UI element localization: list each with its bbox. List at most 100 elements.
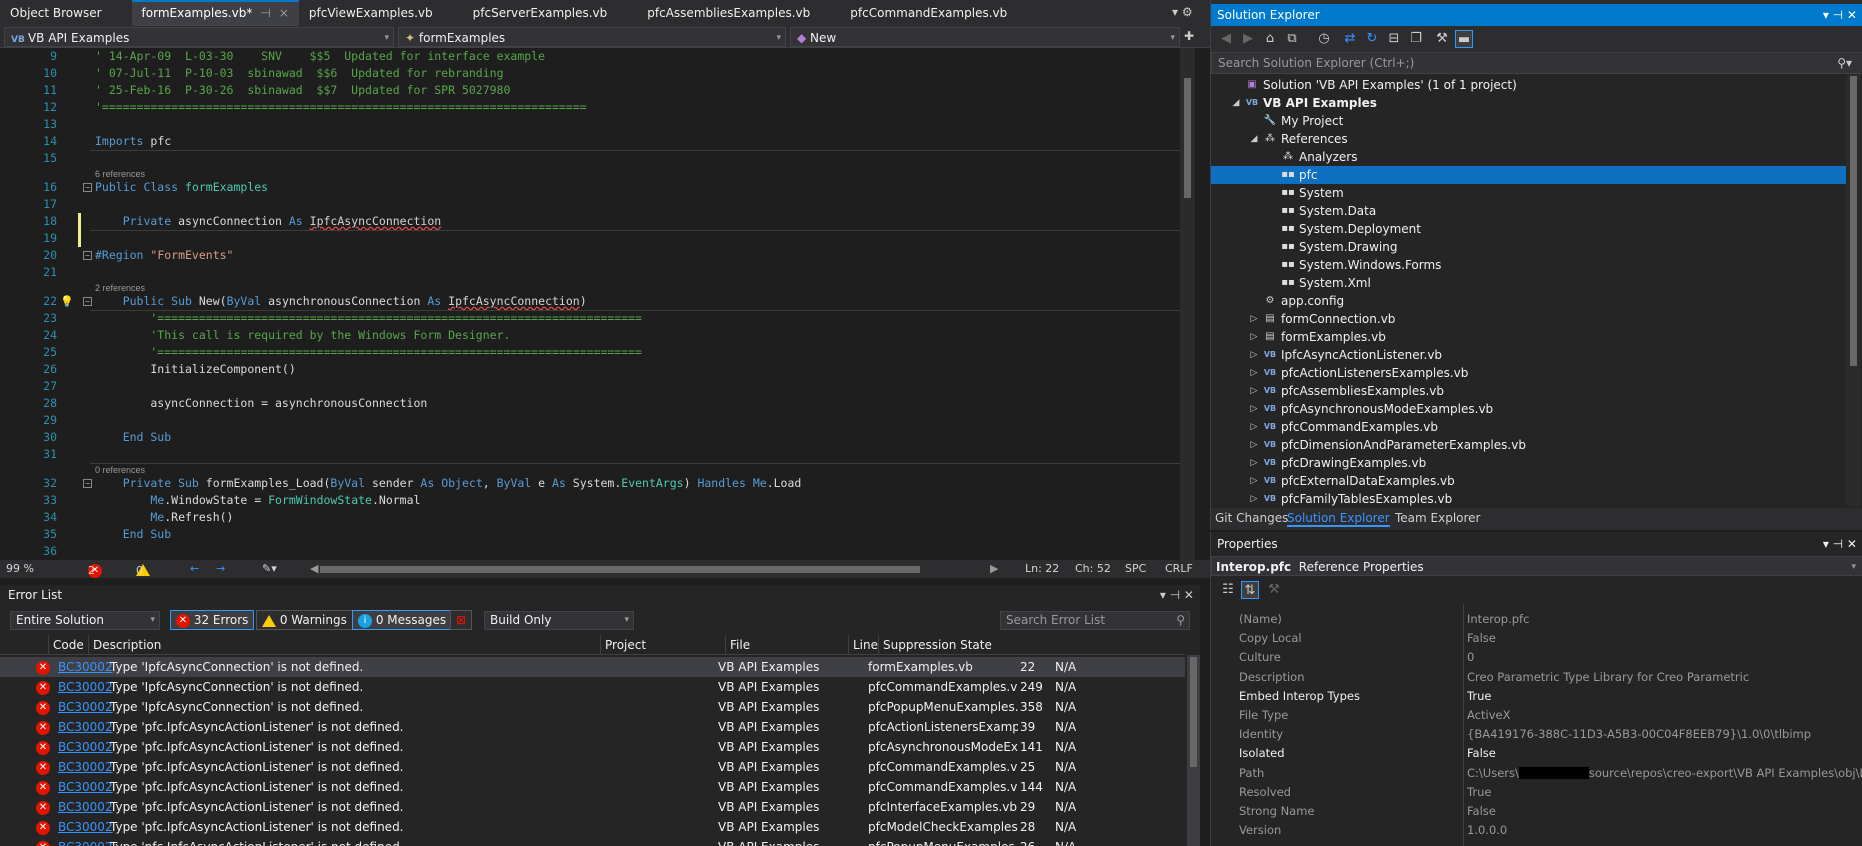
property-row[interactable]: Resolved True	[1223, 783, 1862, 802]
expanded-arrow-icon[interactable]: ◢	[1249, 130, 1259, 148]
panel-controls[interactable]: ▾ ⊣ ✕	[1160, 585, 1194, 605]
preview-selected-icon[interactable]: ▬	[1455, 30, 1473, 48]
pending-changes-filter-icon[interactable]: ◷	[1315, 30, 1333, 48]
column-header-file[interactable]: File	[725, 635, 750, 655]
tree-item-pfcfamilytablesexamples-vb[interactable]: ▷ VB pfcFamilyTablesExamples.vb	[1211, 490, 1851, 508]
error-code-link[interactable]: BC30002	[58, 817, 113, 837]
switch-views-icon[interactable]: ⧉	[1283, 30, 1301, 48]
categorized-icon[interactable]: ☷	[1219, 581, 1237, 599]
pin-icon[interactable]: ⊣	[260, 6, 270, 20]
tree-item-vb-api-examples[interactable]: ◢ VB VB API Examples	[1211, 94, 1851, 112]
collapsed-arrow-icon[interactable]: ▷	[1249, 454, 1259, 472]
errors-filter-button[interactable]: ✕ 32 Errors	[170, 610, 255, 630]
build-filter-dropdown[interactable]: Build Only ▾	[484, 611, 634, 630]
error-row[interactable]: ✕ BC30002Type 'pfc.IpfcAsyncActionListene…	[0, 817, 1185, 837]
tree-item-pfc[interactable]: ▪▪ pfc	[1211, 166, 1851, 184]
tree-item-pfcexternaldataexamples-vb[interactable]: ▷ VB pfcExternalDataExamples.vb	[1211, 472, 1851, 490]
error-row[interactable]: ✕ BC30002 Type 'IpfcAsyncConnection' is no…	[0, 657, 1185, 677]
warnings-filter-button[interactable]: 0 Warnings	[256, 610, 353, 630]
collapse-icon[interactable]: −	[83, 479, 92, 488]
tree-item-app-config[interactable]: ⚙ app.config	[1211, 292, 1851, 310]
property-row[interactable]: (Name) Interop.pfc	[1223, 610, 1862, 629]
scrollbar-thumb[interactable]	[1184, 78, 1191, 198]
tree-item-ipfcasyncactionlistener-vb[interactable]: ▷ VB IpfcAsyncActionListener.vb	[1211, 346, 1851, 364]
column-header-project[interactable]: Project	[600, 635, 646, 655]
collapsed-arrow-icon[interactable]: ▷	[1249, 346, 1259, 364]
tree-item-pfccommandexamples-vb[interactable]: ▷ VB pfcCommandExamples.vb	[1211, 418, 1851, 436]
collapse-icon[interactable]: −	[83, 297, 92, 306]
forward-icon[interactable]: ▶	[1239, 30, 1257, 48]
property-value[interactable]: False	[1467, 802, 1862, 821]
tree-item-solution-vb-api-examples-1-of-1-project[interactable]: ▣ Solution 'VB API Examples' (1 of 1 proj…	[1211, 76, 1851, 94]
tree-item-system-drawing[interactable]: ▪▪ System.Drawing	[1211, 238, 1851, 256]
property-row[interactable]: Copy Local False	[1223, 629, 1862, 648]
member-combo[interactable]: ◆ New ▾	[790, 27, 1180, 47]
collapsed-arrow-icon[interactable]: ▷	[1249, 400, 1259, 418]
error-code[interactable]: BC30002	[58, 720, 113, 734]
tree-item-system[interactable]: ▪▪ System	[1211, 184, 1851, 202]
error-code-link[interactable]: BC30002	[58, 657, 113, 677]
solution-explorer-scrollbar[interactable]	[1846, 74, 1861, 506]
tree-item-system-xml[interactable]: ▪▪ System.Xml	[1211, 274, 1851, 292]
lightbulb-icon[interactable]: 💡	[60, 293, 74, 310]
tree-item-system-data[interactable]: ▪▪ System.Data	[1211, 202, 1851, 220]
property-value[interactable]: 0	[1467, 648, 1862, 667]
tree-item-pfcdrawingexamples-vb[interactable]: ▷ VB pfcDrawingExamples.vb	[1211, 454, 1851, 472]
error-row[interactable]: ✕ BC30002Type 'pfc.IpfcAsyncActionListene…	[0, 837, 1185, 846]
tab-git-changes[interactable]: Git Changes	[1215, 511, 1288, 525]
tree-item-system-deployment[interactable]: ▪▪ System.Deployment	[1211, 220, 1851, 238]
error-code[interactable]: BC30002	[58, 740, 113, 754]
property-value[interactable]: False	[1467, 629, 1862, 648]
property-pages-icon[interactable]: ⚒	[1265, 581, 1283, 599]
panel-controls[interactable]: ▾ ⊣ ✕	[1823, 532, 1857, 556]
whitespace-indicator[interactable]: SPC	[1125, 562, 1146, 575]
property-value[interactable]: Creo Parametric Type Library for Creo Pa…	[1467, 668, 1862, 687]
collapse-icon[interactable]: −	[83, 183, 92, 192]
property-value[interactable]: True	[1467, 687, 1862, 706]
tree-item-pfcactionlistenersexamples-vb[interactable]: ▷ VB pfcActionListenersExamples.vb	[1211, 364, 1851, 382]
error-code-link[interactable]: BC30002	[58, 677, 113, 697]
property-value[interactable]: C:\Users\ source\repos\creo-export\VB API…	[1467, 764, 1862, 783]
column-header-line[interactable]: Line	[848, 635, 878, 655]
back-icon[interactable]: ◀	[1217, 30, 1235, 48]
collapsed-arrow-icon[interactable]: ▷	[1249, 472, 1259, 490]
property-row[interactable]: Culture 0	[1223, 648, 1862, 667]
editor-horizontal-scrollbar[interactable]	[320, 566, 920, 573]
scroll-left-icon[interactable]: ◀	[310, 562, 318, 575]
properties-object-selector[interactable]: Interop.pfc Reference Properties ▾	[1211, 556, 1862, 576]
tab-pfccommandexamples-vb[interactable]: pfcCommandExamples.vb	[840, 0, 1017, 26]
navigate-back-icon[interactable]: ←	[190, 562, 199, 575]
property-row[interactable]: Strong Name False	[1223, 802, 1862, 821]
error-row[interactable]: ✕ BC30002Type 'pfc.IpfcAsyncActionListene…	[0, 737, 1185, 757]
scrollbar-thumb[interactable]	[1190, 657, 1197, 767]
code-editor[interactable]: 9 ' 14-Apr-09 L-03-30 SNV $$5 Updated for…	[0, 48, 1195, 560]
tree-item-system-windows-forms[interactable]: ▪▪ System.Windows.Forms	[1211, 256, 1851, 274]
error-code[interactable]: BC30002	[58, 840, 113, 846]
tab-formexamples-vb-[interactable]: formExamples.vb* ⊣ ×	[131, 0, 299, 26]
column-header-code[interactable]: Code	[48, 635, 84, 655]
error-row[interactable]: ✕ BC30002Type 'pfc.IpfcAsyncActionListene…	[0, 717, 1185, 737]
error-search-input[interactable]: Search Error List ⚲	[1000, 611, 1190, 630]
collapsed-arrow-icon[interactable]: ▷	[1249, 364, 1259, 382]
collapsed-arrow-icon[interactable]: ▷	[1249, 310, 1259, 328]
property-row[interactable]: Identity {BA419176-388C-11D3-A5B3-00C04F8…	[1223, 725, 1862, 744]
tree-item-formconnection-vb[interactable]: ▷ ▤ formConnection.vb	[1211, 310, 1851, 328]
error-code-link[interactable]: BC30002	[58, 777, 113, 797]
tab-team-explorer[interactable]: Team Explorer	[1395, 511, 1481, 525]
line-ending-indicator[interactable]: CRLF	[1165, 562, 1193, 575]
property-value[interactable]: Interop.pfc	[1467, 610, 1862, 629]
zoom-level[interactable]: 99 %	[6, 562, 34, 575]
line-indicator[interactable]: Ln: 22	[1025, 562, 1059, 575]
messages-filter-button[interactable]: i 0 Messages	[352, 610, 453, 630]
panel-controls[interactable]: ▾ ⊣ ✕	[1823, 4, 1857, 26]
column-header-suppression-state[interactable]: Suppression State	[878, 635, 992, 655]
error-code-link[interactable]: BC30002	[58, 717, 113, 737]
refresh-icon[interactable]: ↻	[1363, 30, 1381, 48]
property-value[interactable]: True	[1467, 783, 1862, 802]
tree-item-references[interactable]: ◢ ⁂ References	[1211, 130, 1851, 148]
property-value[interactable]: False	[1467, 744, 1862, 763]
error-code-link[interactable]: BC30002	[58, 757, 113, 777]
collapsed-arrow-icon[interactable]: ▷	[1249, 436, 1259, 454]
property-row[interactable]: Embed Interop Types True	[1223, 687, 1862, 706]
tree-item-formexamples-vb[interactable]: ▷ ▤ formExamples.vb	[1211, 328, 1851, 346]
